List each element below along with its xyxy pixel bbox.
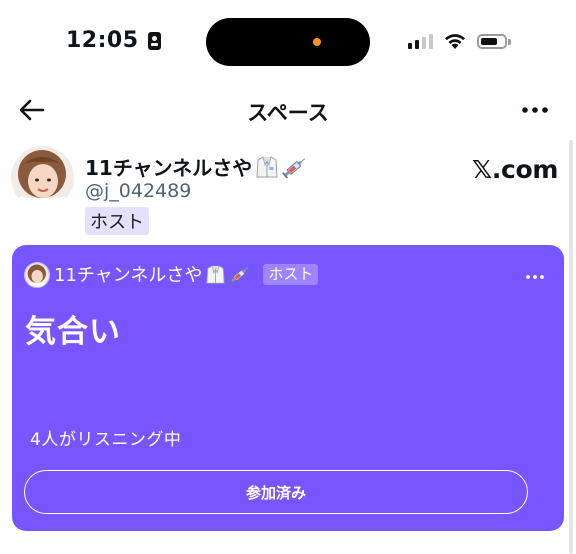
lab-coat-icon — [256, 155, 278, 177]
card-host-avatar — [24, 262, 50, 288]
lab-coat-icon — [206, 264, 225, 284]
author-handle[interactable]: @j_042489 — [85, 180, 191, 202]
space-title: 気合い — [25, 314, 121, 350]
listener-count: 4人がリスニング中 — [30, 430, 182, 450]
more-horizontal-icon — [522, 107, 548, 113]
status-time-text: 12:05 — [66, 28, 139, 53]
more-options-button[interactable] — [518, 96, 552, 124]
joined-button[interactable]: 参加済み — [24, 470, 528, 514]
host-badge: ホスト — [85, 207, 149, 235]
card-more-options-button[interactable] — [520, 267, 550, 287]
status-indicators — [408, 32, 511, 50]
source-label: 𝕏.com — [472, 155, 559, 184]
more-horizontal-icon — [526, 275, 544, 279]
syringe-icon — [282, 157, 306, 179]
card-avatar-image — [25, 263, 49, 287]
syringe-icon — [229, 266, 250, 284]
space-card[interactable]: 11チャンネルさや ホスト 気合い 4人がリスニング中 参加済み — [12, 245, 564, 531]
author-name[interactable]: 11チャンネルさや — [85, 152, 308, 181]
page-title: スペース — [247, 101, 329, 125]
cellular-signal-icon — [408, 33, 433, 49]
scrollbar[interactable] — [569, 140, 573, 554]
wifi-icon — [445, 34, 465, 49]
battery-icon — [477, 33, 511, 49]
id-card-icon — [147, 31, 161, 50]
author-avatar[interactable] — [11, 146, 74, 209]
card-host-name: 11チャンネルさや ホスト — [54, 261, 319, 287]
author-name-text: 11チャンネルさや — [85, 156, 253, 180]
avatar-image — [11, 146, 74, 209]
dynamic-island — [206, 18, 370, 66]
screen: 12:05 スペース 11チャンネルさや @j_042489 ホスト 𝕏.com… — [0, 0, 576, 554]
card-host-badge: ホスト — [263, 263, 319, 285]
recording-indicator-dot — [313, 38, 321, 46]
card-host-name-text: 11チャンネルさや — [54, 265, 203, 286]
status-time: 12:05 — [66, 28, 161, 53]
